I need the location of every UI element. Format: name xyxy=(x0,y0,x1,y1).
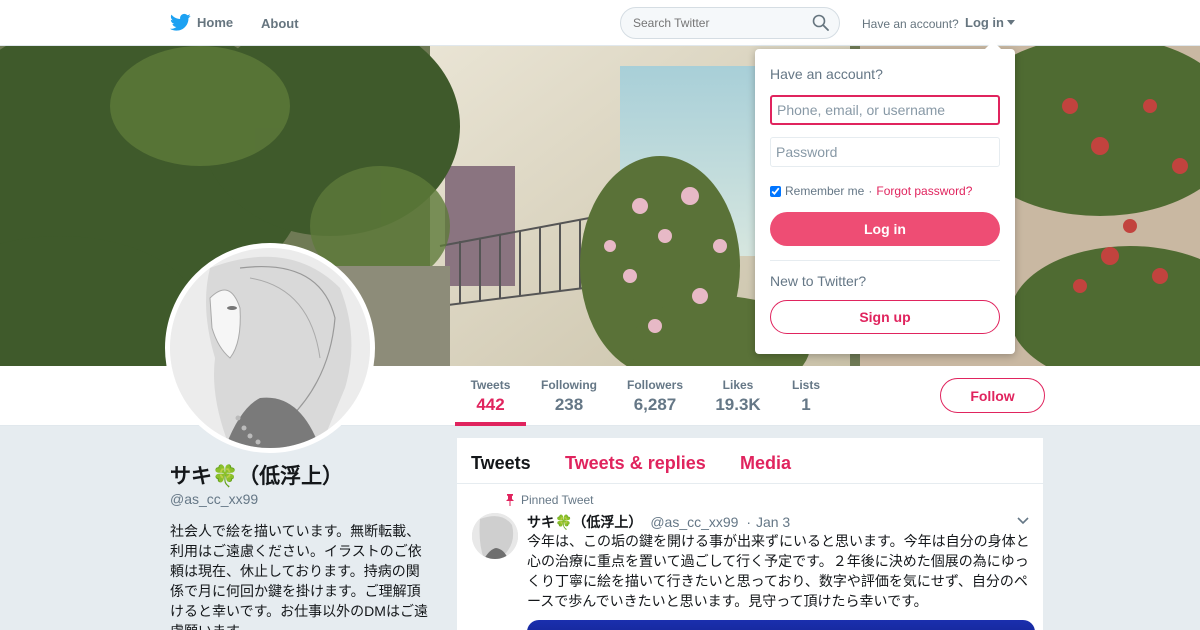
stat-value: 238 xyxy=(554,395,584,414)
login-toggle-label: Log in xyxy=(965,15,1004,30)
tweet-media[interactable] xyxy=(527,620,1035,630)
stat-value: 6,287 xyxy=(633,395,677,414)
pin-icon xyxy=(506,494,514,506)
timeline-tabs: Tweets Tweets & replies Media xyxy=(457,438,1043,484)
stat-label: Likes xyxy=(722,378,754,392)
stat-label: Tweets xyxy=(470,378,511,392)
pinned-tweet-text: Pinned Tweet xyxy=(521,493,594,507)
stat-likes[interactable]: Likes 19.3K xyxy=(710,366,766,426)
tab-tweets-replies[interactable]: Tweets & replies xyxy=(565,453,706,474)
stat-following[interactable]: Following 238 xyxy=(538,366,600,426)
stat-label: Lists xyxy=(791,378,820,392)
nav-about-link[interactable]: About xyxy=(261,16,299,31)
tweet-header: サキ🍀（低浮上） @as_cc_xx99 · Jan 3 xyxy=(527,512,790,532)
new-to-twitter-text: New to Twitter? xyxy=(770,273,867,289)
follow-button[interactable]: Follow xyxy=(940,378,1045,413)
profile-avatar[interactable] xyxy=(165,243,375,453)
stat-value: 1 xyxy=(801,395,811,414)
password-field[interactable] xyxy=(770,137,1000,167)
have-account-text: Have an account? xyxy=(862,17,959,31)
chevron-down-icon[interactable] xyxy=(1017,517,1029,525)
login-button[interactable]: Log in xyxy=(770,212,1000,246)
remember-row: Remember me · Forgot password? xyxy=(770,184,972,198)
avatar-illustration xyxy=(472,513,518,559)
search-icon[interactable] xyxy=(812,14,829,31)
profile-bio: 社会人で絵を描いています。無断転載、利用はご遠慮ください。イラストのご依頼は現在… xyxy=(170,523,428,630)
top-navigation: Home About Have an account? Log in xyxy=(0,0,1200,46)
stat-label: Followers xyxy=(626,378,683,392)
divider xyxy=(770,260,1000,261)
avatar-illustration xyxy=(170,248,370,448)
login-dropdown-toggle[interactable]: Log in xyxy=(965,15,1015,30)
forgot-password-link[interactable]: Forgot password? xyxy=(876,184,972,198)
stat-lists[interactable]: Lists 1 xyxy=(788,366,824,426)
tab-tweets[interactable]: Tweets xyxy=(471,453,531,474)
twitter-bird-icon xyxy=(170,13,191,31)
stat-followers[interactable]: Followers 6,287 xyxy=(624,366,686,426)
tweet-text: 今年は、この垢の鍵を開ける事が出来ずにいると思います。今年は自分の身体と心の治療… xyxy=(527,533,1030,609)
tab-media[interactable]: Media xyxy=(740,453,791,474)
remember-me-checkbox[interactable] xyxy=(770,185,781,197)
nav-home-label: Home xyxy=(197,15,234,30)
pinned-tweet-label: Pinned Tweet xyxy=(505,493,594,507)
remember-me-label[interactable]: Remember me xyxy=(785,184,864,198)
profile-handle[interactable]: @as_cc_xx99 xyxy=(170,491,258,507)
chevron-down-icon xyxy=(1007,20,1015,25)
stat-value: 19.3K xyxy=(715,395,761,414)
tweet-avatar[interactable] xyxy=(472,513,518,559)
stat-tweets[interactable]: Tweets 442 xyxy=(455,366,526,426)
login-dropdown-title: Have an account? xyxy=(770,66,883,82)
tweet-author-name[interactable]: サキ🍀（低浮上） xyxy=(527,514,642,530)
signup-button[interactable]: Sign up xyxy=(770,300,1000,334)
tweet-author-handle[interactable]: @as_cc_xx99 xyxy=(650,514,738,530)
stat-label: Following xyxy=(541,378,597,392)
tweet-dot: · xyxy=(746,514,752,530)
username-field[interactable] xyxy=(770,95,1000,125)
login-dropdown: Have an account? Remember me · Forgot pa… xyxy=(755,41,1015,354)
separator-dot: · xyxy=(868,184,873,198)
stat-value: 442 xyxy=(476,395,505,414)
profile-name[interactable]: サキ🍀（低浮上） xyxy=(170,460,343,490)
nav-home-link[interactable]: Home xyxy=(170,13,233,32)
tweet-date[interactable]: Jan 3 xyxy=(756,514,790,530)
search-input[interactable] xyxy=(620,7,840,39)
timeline: Tweets Tweets & replies Media Pinned Twe… xyxy=(456,437,1044,630)
